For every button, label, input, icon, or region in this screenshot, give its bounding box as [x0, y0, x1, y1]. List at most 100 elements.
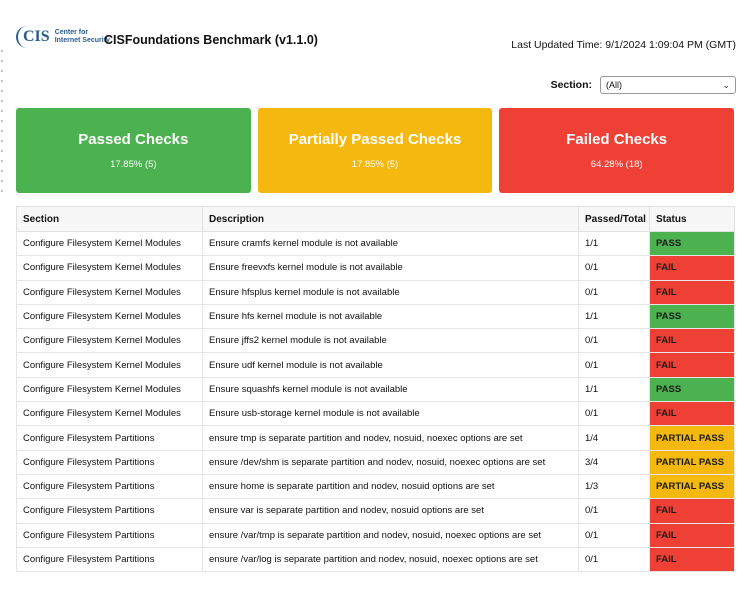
passed-checks-card: Passed Checks 17.85% (5): [16, 108, 251, 193]
column-header-description[interactable]: Description: [202, 206, 579, 232]
cell-section: Configure Filesystem Partitions: [16, 425, 203, 451]
cell-passed-total: 3/4: [578, 449, 650, 475]
cell-passed-total: 1/1: [578, 303, 650, 330]
status-badge: PASS: [649, 230, 735, 257]
cell-description: Ensure usb-storage kernel module is not …: [202, 401, 579, 427]
cell-section: Configure Filesystem Kernel Modules: [16, 279, 203, 305]
cell-passed-total: 0/1: [578, 279, 650, 305]
cell-section: Configure Filesystem Kernel Modules: [16, 303, 203, 330]
page-title: CISFoundations Benchmark (v1.1.0): [104, 33, 318, 47]
table-row[interactable]: Configure Filesystem Partitions ensure /d…: [16, 449, 735, 475]
table-row[interactable]: Configure Filesystem Kernel Modules Ensur…: [16, 328, 735, 354]
table-row[interactable]: Configure Filesystem Partitions ensure tm…: [16, 425, 735, 451]
cell-description: ensure /var/log is separate partition an…: [202, 546, 579, 573]
status-badge: FAIL: [649, 401, 735, 427]
cell-passed-total: 0/1: [578, 522, 650, 548]
table-row[interactable]: Configure Filesystem Kernel Modules Ensur…: [16, 230, 735, 257]
cell-description: ensure home is separate partition and no…: [202, 473, 579, 500]
status-badge: FAIL: [649, 522, 735, 548]
status-badge: FAIL: [649, 328, 735, 354]
logo-mark: CIS: [16, 26, 52, 48]
left-edge-dots: [0, 50, 4, 200]
cell-description: Ensure cramfs kernel module is not avail…: [202, 230, 579, 257]
cell-passed-total: 0/1: [578, 498, 650, 524]
cell-section: Configure Filesystem Partitions: [16, 498, 203, 524]
cell-description: Ensure hfsplus kernel module is not avai…: [202, 279, 579, 305]
table-row[interactable]: Configure Filesystem Kernel Modules Ensur…: [16, 255, 735, 281]
summary-cards: Passed Checks 17.85% (5) Partially Passe…: [16, 108, 735, 193]
passed-checks-title: Passed Checks: [78, 131, 189, 148]
column-header-section[interactable]: Section: [16, 206, 203, 232]
cell-passed-total: 0/1: [578, 546, 650, 573]
cis-logo: CIS Center for Internet Security: [16, 26, 110, 48]
status-badge: FAIL: [649, 546, 735, 573]
table-row[interactable]: Configure Filesystem Partitions ensure /v…: [16, 546, 735, 573]
last-updated-time: Last Updated Time: 9/1/2024 1:09:04 PM (…: [511, 39, 736, 51]
status-badge: PARTIAL PASS: [649, 473, 735, 500]
cell-description: ensure var is separate partition and nod…: [202, 498, 579, 524]
cell-passed-total: 0/1: [578, 401, 650, 427]
chevron-down-icon: ⌄: [722, 79, 730, 90]
column-header-passed-total[interactable]: Passed/Total: [578, 206, 650, 232]
cell-passed-total: 0/1: [578, 255, 650, 281]
table-row[interactable]: Configure Filesystem Kernel Modules Ensur…: [16, 352, 735, 378]
cell-description: ensure /dev/shm is separate partition an…: [202, 449, 579, 475]
logo-line2: Internet Security: [54, 37, 110, 44]
passed-checks-value: 17.85% (5): [110, 159, 157, 170]
cell-section: Configure Filesystem Partitions: [16, 522, 203, 548]
table-row[interactable]: Configure Filesystem Kernel Modules Ensur…: [16, 401, 735, 427]
table-header-row: Section Description Passed/Total Status: [16, 206, 735, 232]
cell-description: ensure /var/tmp is separate partition an…: [202, 522, 579, 548]
cell-section: Configure Filesystem Kernel Modules: [16, 376, 203, 403]
results-table: Section Description Passed/Total Status …: [16, 206, 735, 573]
cell-description: Ensure squashfs kernel module is not ava…: [202, 376, 579, 403]
partial-checks-title: Partially Passed Checks: [288, 131, 462, 148]
cell-passed-total: 1/1: [578, 230, 650, 257]
section-select[interactable]: (All) ⌄: [600, 76, 736, 94]
cell-passed-total: 0/1: [578, 352, 650, 378]
failed-checks-value: 64.28% (18): [590, 159, 643, 170]
page-header: CIS Center for Internet Security CISFoun…: [16, 24, 736, 64]
section-filter: Section: (All) ⌄: [551, 76, 736, 94]
partial-checks-card: Partially Passed Checks 17.85% (5): [257, 108, 493, 193]
cell-passed-total: 0/1: [578, 328, 650, 354]
status-badge: FAIL: [649, 498, 735, 524]
cell-description: Ensure hfs kernel module is not availabl…: [202, 303, 579, 330]
section-filter-label: Section:: [550, 79, 592, 91]
cell-description: Ensure jffs2 kernel module is not availa…: [202, 328, 579, 354]
logo-text: Center for Internet Security: [55, 29, 110, 45]
cell-section: Configure Filesystem Kernel Modules: [16, 328, 203, 354]
cell-section: Configure Filesystem Partitions: [16, 473, 203, 500]
status-badge: PARTIAL PASS: [649, 425, 735, 451]
cell-section: Configure Filesystem Partitions: [16, 546, 203, 573]
status-badge: PASS: [649, 376, 735, 403]
section-select-value: (All): [606, 80, 622, 90]
partial-checks-value: 17.85% (5): [351, 159, 399, 170]
status-badge: PARTIAL PASS: [649, 449, 735, 475]
status-badge: PASS: [649, 303, 735, 330]
status-badge: FAIL: [649, 255, 735, 281]
cell-description: Ensure freevxfs kernel module is not ava…: [202, 255, 579, 281]
table-row[interactable]: Configure Filesystem Kernel Modules Ensur…: [16, 303, 735, 330]
table-row[interactable]: Configure Filesystem Kernel Modules Ensur…: [16, 376, 735, 403]
cell-section: Configure Filesystem Partitions: [16, 449, 203, 475]
cell-description: ensure tmp is separate partition and nod…: [202, 425, 579, 451]
status-badge: FAIL: [649, 279, 735, 305]
table-row[interactable]: Configure Filesystem Partitions ensure /v…: [16, 522, 735, 548]
table-row[interactable]: Configure Filesystem Kernel Modules Ensur…: [16, 279, 735, 305]
cell-section: Configure Filesystem Kernel Modules: [16, 230, 203, 257]
cell-passed-total: 1/4: [578, 425, 650, 451]
cell-section: Configure Filesystem Kernel Modules: [16, 255, 203, 281]
table-row[interactable]: Configure Filesystem Partitions ensure ho…: [16, 473, 735, 500]
cell-section: Configure Filesystem Kernel Modules: [16, 401, 203, 427]
cell-section: Configure Filesystem Kernel Modules: [16, 352, 203, 378]
cell-passed-total: 1/1: [578, 376, 650, 403]
status-badge: FAIL: [649, 352, 735, 378]
failed-checks-title: Failed Checks: [566, 131, 668, 148]
cell-passed-total: 1/3: [578, 473, 650, 500]
table-row[interactable]: Configure Filesystem Partitions ensure va…: [16, 498, 735, 524]
cell-description: Ensure udf kernel module is not availabl…: [202, 352, 579, 378]
failed-checks-card: Failed Checks 64.28% (18): [499, 108, 735, 193]
column-header-status[interactable]: Status: [649, 206, 735, 232]
logo-line1: Center for: [54, 29, 89, 36]
